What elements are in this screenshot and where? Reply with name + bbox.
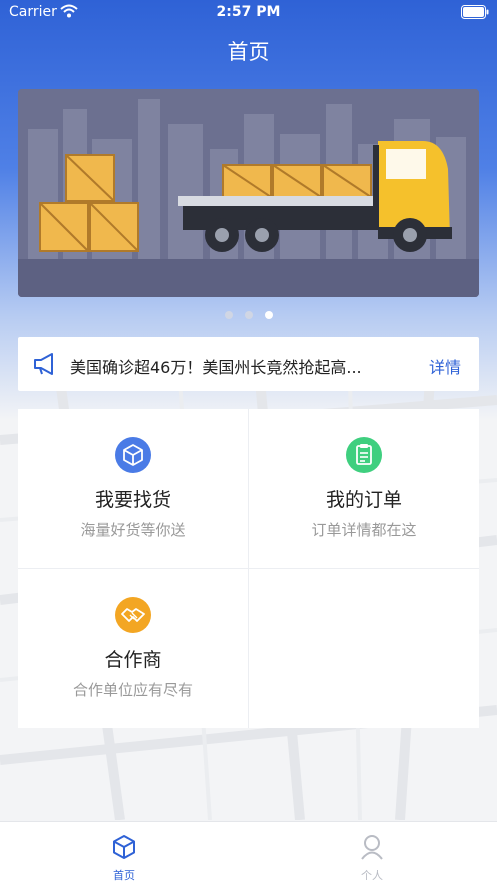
person-icon	[361, 835, 383, 860]
tab-home[interactable]: 首页	[0, 822, 248, 883]
feature-grid: 我要找货 海量好货等你送 我的订单 订单详情都在这 合作商 合作单位应有尽有	[18, 409, 479, 728]
box-icon	[115, 437, 151, 473]
notice-detail-link[interactable]: 详情	[429, 354, 461, 378]
tile-subtitle: 合作单位应有尽有	[72, 681, 193, 699]
page-title: 首页	[227, 40, 270, 64]
partners-tile[interactable]: 合作商 合作单位应有尽有	[18, 569, 248, 728]
banner-carousel[interactable]	[18, 89, 479, 297]
carousel-dot[interactable]	[224, 311, 233, 319]
carousel-dot[interactable]	[244, 311, 253, 319]
notice-text: 美国确诊超46万！美国州长竟然抢起高...	[70, 358, 362, 377]
my-orders-tile[interactable]: 我的订单 订单详情都在这	[249, 409, 479, 568]
tile-title: 我要找货	[94, 489, 171, 511]
tile-subtitle: 订单详情都在这	[311, 521, 417, 539]
tile-title: 我的订单	[325, 489, 402, 511]
carousel-dot-active[interactable]	[264, 311, 273, 319]
battery-icon	[461, 5, 489, 19]
tab-label: 个人	[361, 869, 383, 882]
tile-title: 合作商	[104, 649, 162, 671]
home-box-icon	[113, 835, 135, 859]
grid-divider	[18, 568, 479, 569]
news-notice-bar[interactable]: 美国确诊超46万！美国州长竟然抢起高... 详情	[18, 337, 479, 391]
find-goods-tile[interactable]: 我要找货 海量好货等你送	[18, 409, 248, 568]
tab-profile[interactable]: 个人	[248, 822, 496, 883]
carousel-indicator	[0, 311, 497, 319]
tile-subtitle: 海量好货等你送	[80, 521, 186, 539]
clock: 2:57 PM	[216, 4, 281, 20]
truck-with-crates-illustration	[18, 89, 479, 297]
status-bar: Carrier 2:57 PM	[0, 0, 497, 26]
handshake-icon	[115, 597, 151, 633]
megaphone-icon	[34, 353, 53, 375]
clipboard-icon	[346, 437, 382, 473]
tab-label: 首页	[113, 869, 135, 882]
tab-bar: 首页 个人	[0, 821, 497, 883]
